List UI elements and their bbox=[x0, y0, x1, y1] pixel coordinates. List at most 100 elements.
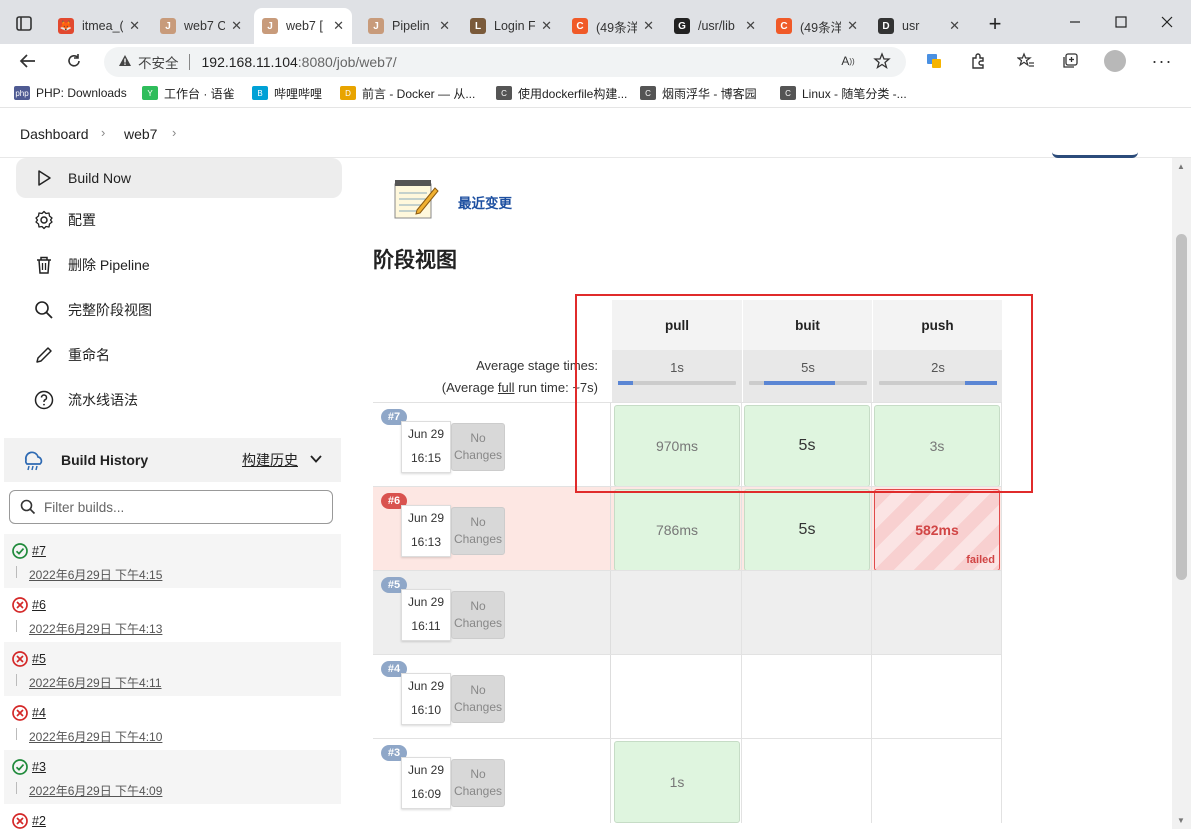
scrollbar-thumb[interactable] bbox=[1176, 234, 1187, 580]
filter-builds-input[interactable]: Filter builds... bbox=[9, 490, 333, 524]
breadcrumb-web7[interactable]: web7 bbox=[124, 126, 157, 142]
more-menu-icon[interactable]: ··· bbox=[1150, 50, 1174, 72]
stage-cell-success[interactable]: 3s bbox=[874, 405, 1000, 487]
side-item-4[interactable]: 完整阶段视图 bbox=[16, 290, 342, 330]
header-button[interactable] bbox=[1052, 126, 1138, 158]
build-date-link[interactable]: 2022年6月29日 下午4:10 bbox=[29, 728, 162, 745]
no-changes-box[interactable]: No Changes bbox=[451, 507, 505, 555]
stage-cell[interactable]: 3s bbox=[872, 403, 1002, 487]
build-number-link[interactable]: #6 bbox=[32, 598, 46, 612]
recent-changes-link[interactable]: 最近变更 bbox=[458, 192, 512, 212]
stage-cell-success[interactable]: 970ms bbox=[614, 405, 740, 487]
build-history-row[interactable]: #3 2022年6月29日 下午4:09 bbox=[4, 750, 341, 804]
tab-close-icon[interactable]: ✕ bbox=[847, 18, 858, 34]
build-date-link[interactable]: 2022年6月29日 下午4:11 bbox=[29, 674, 162, 691]
avg-full-link[interactable]: full bbox=[498, 380, 515, 395]
build-history-row[interactable]: #7 2022年6月29日 下午4:15 bbox=[4, 534, 341, 588]
side-item-2[interactable]: 配置 bbox=[16, 200, 342, 240]
close-window-icon[interactable] bbox=[1144, 8, 1190, 36]
tab-1[interactable]: 🦊 itmea_(✕ bbox=[50, 8, 148, 44]
stage-cell[interactable]: 1s bbox=[612, 739, 742, 823]
tab-4[interactable]: J Pipelin ✕ bbox=[360, 8, 458, 44]
tab-close-icon[interactable]: ✕ bbox=[231, 18, 242, 34]
side-item-6[interactable]: 流水线语法 bbox=[16, 380, 342, 420]
bookmark-item[interactable]: D 前言 - Docker — 从... bbox=[340, 83, 475, 103]
chevron-right-icon[interactable]: › bbox=[101, 125, 105, 140]
extensions-icon[interactable] bbox=[966, 50, 990, 72]
tab-close-icon[interactable]: ✕ bbox=[439, 18, 450, 34]
bookmark-item[interactable]: C 烟雨浮华 - 博客园 bbox=[640, 83, 757, 103]
scroll-up-icon[interactable]: ▲ bbox=[1177, 162, 1185, 171]
chevron-right-icon[interactable]: › bbox=[172, 125, 176, 140]
url-field[interactable]: 不安全 192.168.11.104:8080/job/web7/ bbox=[104, 47, 906, 77]
stage-cell-success[interactable]: 1s bbox=[614, 741, 740, 823]
build-history-row[interactable]: #4 2022年6月29日 下午4:10 bbox=[4, 696, 341, 750]
build-date-link[interactable]: 2022年6月29日 下午4:15 bbox=[29, 566, 162, 583]
side-item-3[interactable]: 删除 Pipeline bbox=[16, 245, 342, 285]
refresh-icon[interactable] bbox=[62, 50, 86, 72]
tab-9[interactable]: Dusr ✕ bbox=[870, 8, 968, 44]
tab-5[interactable]: L Login F ✕ bbox=[462, 8, 560, 44]
scroll-down-icon[interactable]: ▼ bbox=[1177, 816, 1185, 825]
collections-icon[interactable] bbox=[1058, 50, 1082, 72]
read-aloud-icon[interactable]: A)) bbox=[836, 50, 860, 72]
stage-cell-success[interactable]: 5s bbox=[744, 489, 870, 571]
build-history-row[interactable]: #5 2022年6月29日 下午4:11 bbox=[4, 642, 341, 696]
no-changes-box[interactable]: No Changes bbox=[451, 423, 505, 471]
bookmark-item[interactable]: php PHP: Downloads bbox=[14, 83, 127, 103]
new-tab-icon[interactable]: + bbox=[972, 10, 1018, 38]
side-item-1[interactable]: Build Now bbox=[16, 158, 342, 198]
tab-2[interactable]: Jweb7 C ✕ bbox=[152, 8, 250, 44]
insecure-label: 不安全 bbox=[138, 56, 179, 71]
tab-close-icon[interactable]: ✕ bbox=[745, 18, 756, 34]
build-history-row[interactable]: #6 2022年6月29日 下午4:13 bbox=[4, 588, 341, 642]
tab-3[interactable]: Jweb7 [✕ bbox=[254, 8, 352, 44]
no-changes-box[interactable]: No Changes bbox=[451, 759, 505, 807]
stage-cell[interactable]: 970ms bbox=[612, 403, 742, 487]
tab-close-icon[interactable]: ✕ bbox=[541, 18, 552, 34]
failed-cross-icon bbox=[12, 651, 28, 667]
add-favorite-icon[interactable] bbox=[870, 50, 894, 72]
build-number-link[interactable]: #5 bbox=[32, 652, 46, 666]
tab-actions-icon[interactable] bbox=[10, 12, 38, 36]
tab-close-icon[interactable]: ✕ bbox=[949, 18, 960, 34]
page-scrollbar[interactable]: ▲ ▼ bbox=[1172, 158, 1191, 829]
stage-cell-failed[interactable]: 582ms failed bbox=[874, 489, 1000, 571]
stage-cell[interactable]: 786ms bbox=[612, 487, 742, 571]
build-number-link[interactable]: #4 bbox=[32, 706, 46, 720]
chevron-down-icon[interactable] bbox=[309, 452, 323, 469]
maximize-icon[interactable] bbox=[1098, 8, 1144, 36]
stage-cell-success[interactable]: 786ms bbox=[614, 489, 740, 571]
tab-close-icon[interactable]: ✕ bbox=[129, 18, 140, 34]
bookmark-item[interactable]: C 使用dockerfile构建... bbox=[496, 83, 627, 103]
favorites-icon[interactable] bbox=[1014, 50, 1038, 72]
stage-cell[interactable]: 5s bbox=[742, 487, 872, 571]
back-icon[interactable] bbox=[16, 50, 40, 72]
avg-full-run: (Average full run time: ~7s) bbox=[442, 380, 598, 395]
build-date-link[interactable]: 2022年6月29日 下午4:13 bbox=[29, 620, 162, 637]
bookmark-item[interactable]: Y 工作台 · 语雀 bbox=[142, 83, 235, 103]
build-history-row[interactable]: #2 bbox=[4, 804, 341, 829]
minimize-icon[interactable] bbox=[1052, 8, 1098, 36]
tab-6[interactable]: C (49条洋 ✕ bbox=[564, 8, 662, 44]
side-item-5[interactable]: 重命名 bbox=[16, 335, 342, 375]
build-number-link[interactable]: #3 bbox=[32, 760, 46, 774]
stage-cell[interactable]: 5s bbox=[742, 403, 872, 487]
profile-avatar[interactable] bbox=[1104, 50, 1126, 72]
breadcrumb-dashboard[interactable]: Dashboard bbox=[20, 126, 89, 142]
build-number-link[interactable]: #7 bbox=[32, 544, 46, 558]
stage-cell[interactable]: 582ms failed bbox=[872, 487, 1002, 571]
bookmark-item[interactable]: C Linux - 随笔分类 -... bbox=[780, 83, 907, 103]
translate-icon[interactable] bbox=[922, 50, 946, 72]
tab-7[interactable]: G/usr/lib ✕ bbox=[666, 8, 764, 44]
tab-8[interactable]: C (49条洋 ✕ bbox=[768, 8, 866, 44]
build-date-link[interactable]: 2022年6月29日 下午4:09 bbox=[29, 782, 162, 799]
no-changes-box[interactable]: No Changes bbox=[451, 591, 505, 639]
tab-close-icon[interactable]: ✕ bbox=[333, 18, 344, 34]
tab-close-icon[interactable]: ✕ bbox=[643, 18, 654, 34]
build-trend-link[interactable]: 构建历史 bbox=[242, 450, 298, 470]
bookmark-item[interactable]: B 哔哩哔哩 bbox=[252, 83, 322, 103]
build-number-link[interactable]: #2 bbox=[32, 814, 46, 828]
no-changes-box[interactable]: No Changes bbox=[451, 675, 505, 723]
stage-cell-success[interactable]: 5s bbox=[744, 405, 870, 487]
